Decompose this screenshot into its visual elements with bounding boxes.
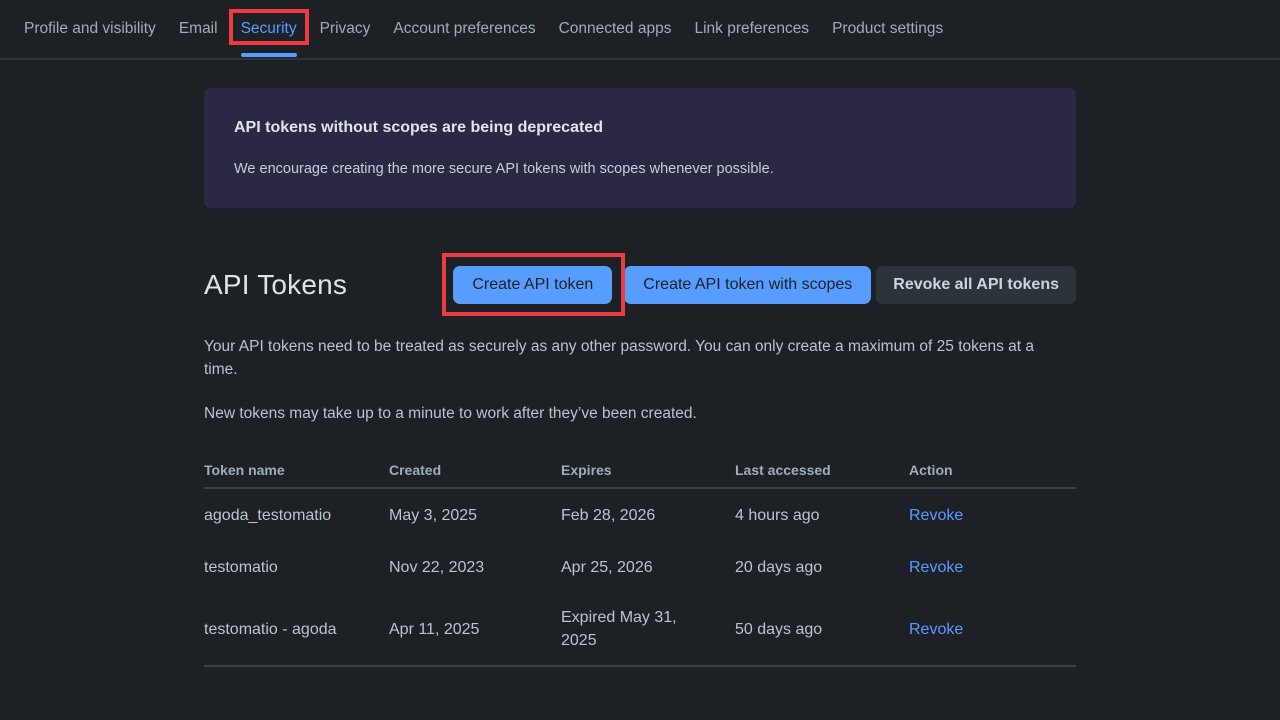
- tab-label: Profile and visibility: [24, 20, 156, 38]
- expires-cell: Apr 25, 2026: [561, 556, 735, 579]
- token-name-cell: testomatio: [204, 556, 389, 579]
- tab-connected-apps[interactable]: Connected apps: [559, 0, 672, 58]
- tab-email[interactable]: Email: [179, 0, 218, 58]
- table-row: testomatio - agoda Apr 11, 2025 Expired …: [204, 593, 1076, 665]
- tab-profile-and-visibility[interactable]: Profile and visibility: [24, 0, 156, 58]
- created-cell: Apr 11, 2025: [389, 618, 561, 641]
- token-action-buttons: Create API token Create API token with s…: [453, 266, 1076, 304]
- banner-title: API tokens without scopes are being depr…: [234, 119, 1046, 137]
- created-cell: May 3, 2025: [389, 504, 561, 527]
- token-name-cell: agoda_testomatio: [204, 504, 389, 527]
- tab-security[interactable]: Security: [241, 0, 297, 58]
- deprecation-banner: API tokens without scopes are being depr…: [204, 88, 1076, 208]
- revoke-all-api-tokens-button[interactable]: Revoke all API tokens: [876, 266, 1076, 304]
- tab-label: Security: [241, 20, 297, 38]
- column-header-action: Action: [909, 462, 1076, 487]
- table-header-row: Token name Created Expires Last accessed…: [204, 462, 1076, 489]
- expires-cell: Expired May 31, 2025: [561, 606, 735, 652]
- tab-label: Product settings: [832, 20, 943, 38]
- expires-cell: Feb 28, 2026: [561, 504, 735, 527]
- settings-tab-bar: Profile and visibility Email Security Pr…: [0, 0, 1280, 60]
- last-accessed-cell: 50 days ago: [735, 618, 909, 641]
- last-accessed-cell: 4 hours ago: [735, 504, 909, 527]
- last-accessed-cell: 20 days ago: [735, 556, 909, 579]
- column-header-expires: Expires: [561, 462, 735, 487]
- revoke-link[interactable]: Revoke: [909, 559, 963, 576]
- tab-label: Account preferences: [393, 20, 535, 38]
- table-body: agoda_testomatio May 3, 2025 Feb 28, 202…: [204, 489, 1076, 667]
- banner-body: We encourage creating the more secure AP…: [234, 161, 1046, 177]
- active-tab-indicator: [241, 53, 297, 57]
- api-tokens-table: Token name Created Expires Last accessed…: [204, 462, 1076, 667]
- tab-link-preferences[interactable]: Link preferences: [694, 0, 809, 58]
- column-header-last-accessed: Last accessed: [735, 462, 909, 487]
- tab-product-settings[interactable]: Product settings: [832, 0, 943, 58]
- create-api-token-with-scopes-button[interactable]: Create API token with scopes: [624, 266, 871, 304]
- create-api-token-button[interactable]: Create API token: [453, 266, 612, 304]
- table-row: agoda_testomatio May 3, 2025 Feb 28, 202…: [204, 489, 1076, 541]
- tab-label: Email: [179, 20, 218, 38]
- tab-label: Connected apps: [559, 20, 672, 38]
- revoke-link[interactable]: Revoke: [909, 507, 963, 524]
- api-tokens-header-row: API Tokens Create API token Create API t…: [204, 266, 1076, 304]
- tab-label: Privacy: [320, 20, 371, 38]
- created-cell: Nov 22, 2023: [389, 556, 561, 579]
- tokens-delay-description: New tokens may take up to a minute to wo…: [204, 402, 1064, 425]
- security-settings-content: API tokens without scopes are being depr…: [204, 88, 1076, 667]
- token-name-cell: testomatio - agoda: [204, 618, 389, 641]
- page-title: API Tokens: [204, 269, 347, 301]
- tab-label: Link preferences: [694, 20, 809, 38]
- table-row: testomatio Nov 22, 2023 Apr 25, 2026 20 …: [204, 541, 1076, 593]
- tab-account-preferences[interactable]: Account preferences: [393, 0, 535, 58]
- tab-privacy[interactable]: Privacy: [320, 0, 371, 58]
- column-header-created: Created: [389, 462, 561, 487]
- revoke-link[interactable]: Revoke: [909, 621, 963, 638]
- tokens-security-description: Your API tokens need to be treated as se…: [204, 335, 1064, 381]
- column-header-token-name: Token name: [204, 462, 389, 487]
